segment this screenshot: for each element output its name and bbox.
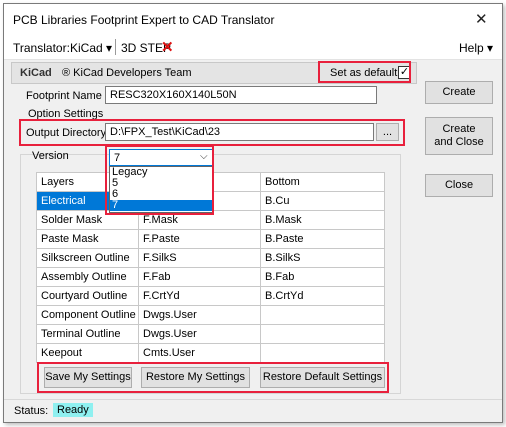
chevron-down-icon: ▾	[106, 41, 113, 55]
top-layer-cell[interactable]: Dwgs.User	[138, 305, 261, 325]
kicad-menu[interactable]: KiCad ▾	[70, 41, 112, 55]
bottom-layer-cell[interactable]: B.Cu	[260, 191, 385, 211]
highlight-settings-buttons	[37, 362, 389, 393]
bottom-layer-cell[interactable]	[260, 324, 385, 344]
chevron-down-icon: ▾	[487, 41, 494, 55]
create-close-line1: Create	[442, 123, 476, 135]
top-layer-cell[interactable]: Cmts.User	[138, 343, 261, 363]
layer-name-cell[interactable]: Keepout	[36, 343, 139, 363]
developer-team-label: ® KiCad Developers Team	[62, 67, 192, 79]
menu-bar: Translator: KiCad ▾ 3D STEP ✕ Help ▾	[4, 34, 502, 60]
bottom-layer-cell[interactable]: B.CrtYd	[260, 286, 385, 306]
status-bar: Status: Ready	[4, 399, 502, 422]
layer-name-cell[interactable]: Component Outline	[36, 305, 139, 325]
layer-name-cell[interactable]: Silkscreen Outline	[36, 248, 139, 268]
table-row[interactable]: Component Outline Dwgs.User	[36, 305, 385, 325]
layer-name-cell[interactable]: Terminal Outline	[36, 324, 139, 344]
bottom-layer-cell[interactable]	[260, 305, 385, 325]
highlight-set-default	[318, 61, 411, 83]
window-title: PCB Libraries Footprint Expert to CAD Tr…	[13, 13, 275, 27]
table-row[interactable]: Paste Mask F.Paste B.Paste	[36, 229, 385, 249]
close-icon[interactable]: ✕	[475, 10, 488, 28]
top-layer-cell[interactable]: F.Paste	[138, 229, 261, 249]
bottom-layer-cell[interactable]	[260, 343, 385, 363]
status-label: Status:	[14, 405, 49, 417]
menu-separator	[115, 39, 116, 55]
table-row[interactable]: Assembly Outline F.Fab B.Fab	[36, 267, 385, 287]
highlight-version-dropdown	[105, 145, 214, 215]
layer-name-cell[interactable]: Assembly Outline	[36, 267, 139, 287]
translator-label: Translator:	[13, 41, 70, 55]
create-and-close-button[interactable]: Create and Close	[425, 117, 493, 155]
layer-name-cell[interactable]: Courtyard Outline	[36, 286, 139, 306]
top-layer-cell[interactable]: F.SilkS	[138, 248, 261, 268]
status-badge: Ready	[53, 403, 93, 417]
help-menu[interactable]: Help ▾	[459, 41, 493, 55]
kicad-logo: KiCad	[20, 67, 52, 79]
close-button[interactable]: Close	[425, 174, 493, 197]
top-layer-cell[interactable]: Dwgs.User	[138, 324, 261, 344]
create-button[interactable]: Create	[425, 81, 493, 104]
highlight-output-directory	[19, 119, 405, 146]
title-bar: PCB Libraries Footprint Expert to CAD Tr…	[4, 4, 502, 34]
table-row[interactable]: Silkscreen Outline F.SilkS B.SilkS	[36, 248, 385, 268]
footprint-name-field[interactable]: RESC320X160X140L50N	[105, 86, 377, 104]
table-row[interactable]: Terminal Outline Dwgs.User	[36, 324, 385, 344]
bottom-layer-cell[interactable]: B.Fab	[260, 267, 385, 287]
bottom-layer-cell[interactable]: B.Mask	[260, 210, 385, 230]
table-row[interactable]: Keepout Cmts.User	[36, 343, 385, 363]
layer-name-cell[interactable]: Paste Mask	[36, 229, 139, 249]
top-layer-cell[interactable]: F.Fab	[138, 267, 261, 287]
table-row[interactable]: Courtyard Outline F.CrtYd B.CrtYd	[36, 286, 385, 306]
footprint-name-label: Footprint Name	[26, 90, 102, 102]
top-layer-cell[interactable]: F.CrtYd	[138, 286, 261, 306]
bottom-layer-cell[interactable]: B.SilkS	[260, 248, 385, 268]
translator-window: PCB Libraries Footprint Expert to CAD Tr…	[3, 3, 503, 423]
create-close-line2: and Close	[434, 136, 484, 148]
version-label: Version	[32, 150, 69, 162]
column-header-bottom: Bottom	[260, 172, 385, 192]
remove-icon[interactable]: ✕	[161, 38, 174, 56]
bottom-layer-cell[interactable]: B.Paste	[260, 229, 385, 249]
